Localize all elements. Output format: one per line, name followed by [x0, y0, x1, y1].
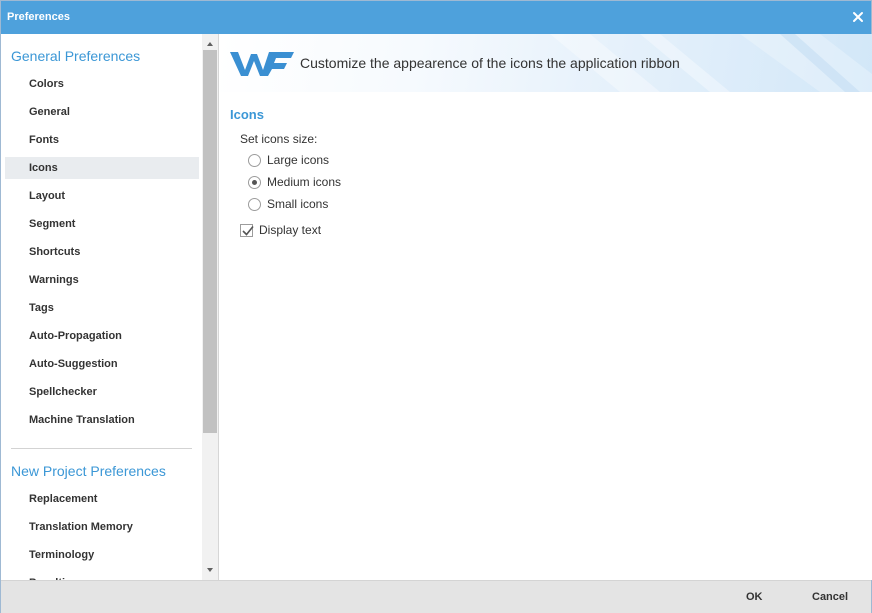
dialog-footer: OK Cancel — [1, 580, 871, 613]
header-banner: Customize the appearence of the icons th… — [220, 34, 872, 92]
display-text-checkbox[interactable] — [240, 223, 254, 237]
set-icons-size-label: Set icons size: — [240, 132, 318, 146]
display-text-checkbox-row[interactable]: Display text — [240, 223, 321, 237]
ok-button[interactable]: OK — [746, 591, 763, 603]
small-icons-radio-button[interactable] — [248, 197, 261, 211]
preferences-dialog: Preferences General Preferences Colors G… — [0, 0, 872, 613]
small-icons-label[interactable]: Small icons — [267, 197, 328, 211]
close-icon[interactable] — [850, 9, 866, 25]
display-text-label[interactable]: Display text — [259, 223, 321, 237]
sidebar-item-spellchecker[interactable]: Spellchecker — [5, 381, 199, 403]
sidebar-item-replacement[interactable]: Replacement — [5, 488, 199, 510]
sidebar-divider — [11, 448, 192, 449]
sidebar-item-tags[interactable]: Tags — [5, 297, 199, 319]
large-icons-label[interactable]: Large icons — [267, 153, 329, 167]
new-project-preferences-title: New Project Preferences — [11, 463, 166, 479]
sidebar-item-general[interactable]: General — [5, 101, 199, 123]
wf-logo-icon — [228, 46, 294, 85]
banner-description: Customize the appearence of the icons th… — [300, 55, 680, 71]
sidebar-item-terminology[interactable]: Terminology — [5, 544, 199, 566]
medium-icons-radio-button[interactable] — [248, 175, 261, 189]
sidebar-item-machine-translation[interactable]: Machine Translation — [5, 409, 199, 431]
large-icons-radio-button[interactable] — [248, 153, 261, 167]
medium-icons-label[interactable]: Medium icons — [267, 175, 341, 189]
sidebar-item-auto-propagation[interactable]: Auto-Propagation — [5, 325, 199, 347]
icons-section-title: Icons — [230, 107, 264, 122]
sidebar-item-shortcuts[interactable]: Shortcuts — [5, 241, 199, 263]
sidebar-item-fonts[interactable]: Fonts — [5, 129, 199, 151]
sidebar-item-translation-memory[interactable]: Translation Memory — [5, 516, 199, 538]
sidebar-item-auto-suggestion[interactable]: Auto-Suggestion — [5, 353, 199, 375]
sidebar-item-colors[interactable]: Colors — [5, 73, 199, 95]
checkmark-icon — [242, 225, 254, 236]
title-bar[interactable]: Preferences — [1, 1, 871, 34]
sidebar-item-warnings[interactable]: Warnings — [5, 269, 199, 291]
window-title: Preferences — [7, 11, 70, 23]
general-preferences-title: General Preferences — [11, 48, 141, 64]
sidebar-item-layout[interactable]: Layout — [5, 185, 199, 207]
sidebar-scrollbar[interactable] — [202, 34, 218, 580]
scrollbar-thumb[interactable] — [203, 50, 217, 433]
scroll-down-arrow-icon[interactable] — [202, 562, 218, 578]
sidebar-item-icons[interactable]: Icons — [5, 157, 199, 179]
cancel-button[interactable]: Cancel — [812, 591, 848, 603]
preferences-content: Customize the appearence of the icons th… — [220, 34, 872, 580]
medium-icons-radio[interactable]: Medium icons — [248, 174, 341, 190]
large-icons-radio[interactable]: Large icons — [248, 152, 329, 168]
sidebar-item-segment[interactable]: Segment — [5, 213, 199, 235]
sidebar-item-penalties[interactable]: Penalties — [5, 572, 199, 580]
preferences-sidebar: General Preferences Colors General Fonts… — [1, 34, 219, 580]
small-icons-radio[interactable]: Small icons — [248, 196, 328, 212]
